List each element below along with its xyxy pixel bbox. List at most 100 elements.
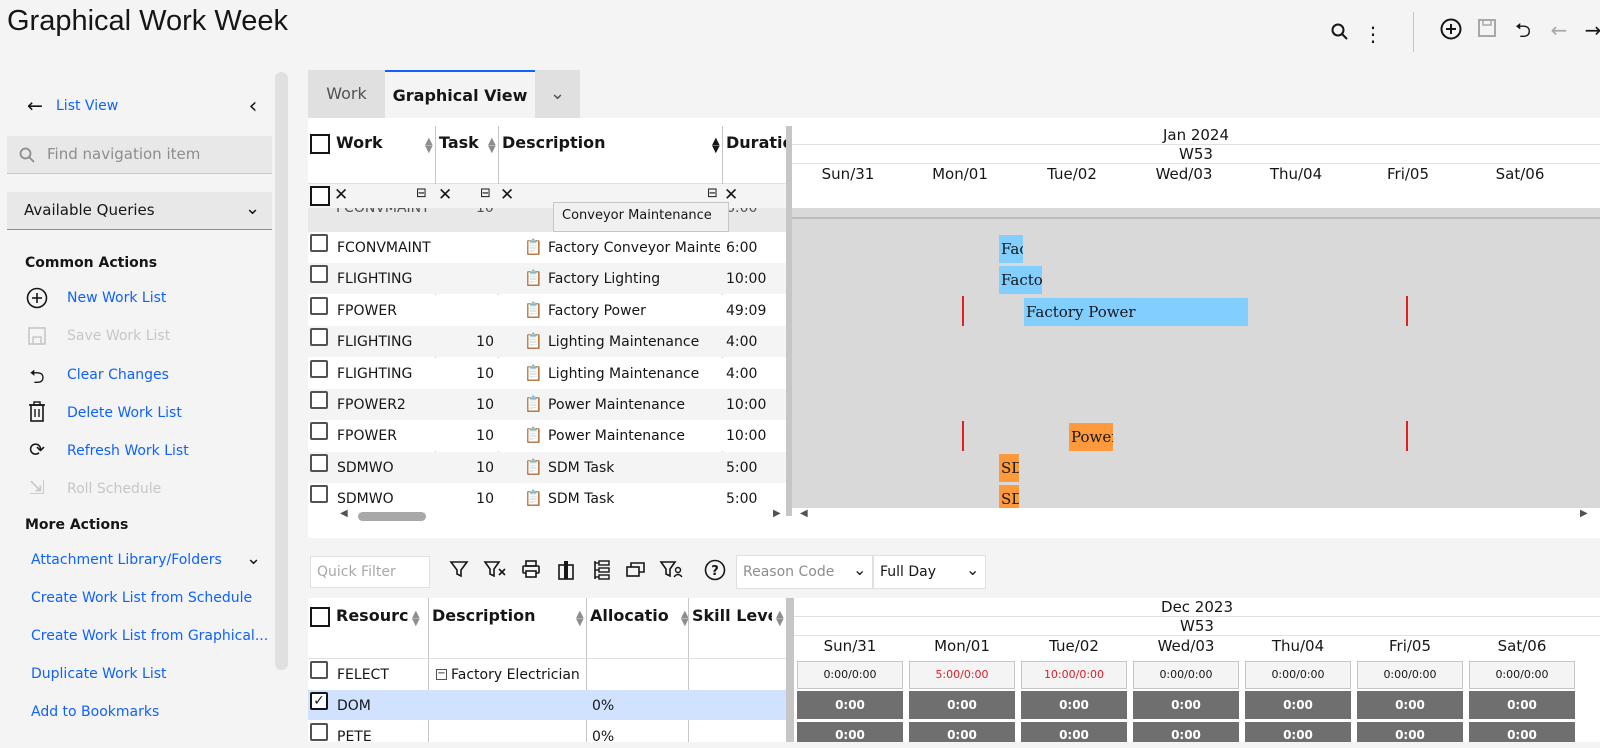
tab-graphical-view[interactable]: Graphical View — [385, 70, 535, 118]
clear-filter-icon[interactable]: ✕ — [334, 185, 348, 205]
capacity-cell[interactable]: 0:00 — [797, 691, 903, 719]
clipboard-icon[interactable]: 📋 — [524, 395, 540, 413]
table-row[interactable]: FLIGHTING 📋 Factory Lighting 10:00 — [308, 263, 786, 295]
column-header-resource[interactable]: Resourc — [336, 606, 410, 625]
capacity-cell[interactable]: 0:00 — [1245, 691, 1351, 719]
column-header-skill-level[interactable]: Skill Leve — [692, 606, 772, 625]
undo-icon[interactable]: ⮌ — [1510, 18, 1536, 42]
capacity-cell[interactable]: 0:00 — [1021, 722, 1127, 742]
clear-changes-action[interactable]: Clear Changes — [67, 367, 169, 383]
column-header-task[interactable]: Task — [439, 133, 489, 152]
row-checkbox[interactable] — [310, 422, 328, 441]
table-row[interactable]: SDMWO 10 📋 SDM Task 5:00 — [308, 451, 786, 483]
tab-work[interactable]: Work — [308, 70, 385, 118]
select-all-checkbox[interactable] — [310, 607, 330, 627]
navigation-search[interactable]: Find navigation item — [7, 136, 272, 174]
sort-icon[interactable]: ▲ ▼ — [576, 610, 584, 628]
capacity-cell[interactable]: 0:00 — [909, 691, 1015, 719]
filter-icon[interactable] — [444, 559, 474, 584]
table-row[interactable]: FPOWER 📋 Factory Power 49:09 — [308, 294, 786, 326]
save-work-list-action[interactable]: Save Work List — [67, 328, 170, 344]
quick-filter-input[interactable]: Quick Filter — [310, 556, 430, 588]
capacity-cell[interactable]: 0:00 — [1357, 722, 1463, 742]
clear-filter-icon[interactable]: ✕ — [500, 185, 514, 205]
capacity-cell[interactable]: 0:00 — [1133, 691, 1239, 719]
range-select[interactable]: Full Day ⌄ — [873, 555, 986, 589]
work-cell[interactable]: FPOWER — [337, 303, 433, 319]
crew-icon[interactable] — [551, 559, 581, 586]
save-icon[interactable] — [1474, 18, 1500, 43]
row-checkbox[interactable] — [310, 661, 328, 679]
capacity-cell[interactable]: 0:00 — [1245, 722, 1351, 742]
filter-menu-icon[interactable]: ⊟ — [480, 186, 491, 201]
sort-icon[interactable]: ▲ ▼ — [776, 610, 784, 628]
capacity-cell[interactable]: 0:00 — [797, 722, 903, 742]
row-checkbox-checked[interactable]: ✓ — [310, 692, 328, 710]
row-checkbox[interactable] — [310, 453, 328, 472]
hierarchy-icon[interactable] — [586, 559, 616, 586]
copy-icon[interactable] — [621, 559, 651, 584]
sort-icon[interactable]: ▲ ▼ — [712, 137, 720, 155]
capacity-cell[interactable]: 0:00 — [1469, 722, 1575, 742]
work-cell[interactable]: FPOWER2 — [337, 397, 433, 413]
capacity-cell[interactable]: 0:00 — [1133, 722, 1239, 742]
column-header-description[interactable]: Description — [432, 606, 572, 625]
column-header-description[interactable]: Description — [502, 133, 702, 152]
help-icon[interactable]: ? — [700, 559, 730, 586]
row-checkbox[interactable] — [310, 265, 328, 284]
refresh-work-list-action[interactable]: Refresh Work List — [67, 443, 189, 459]
gantt-hscroll[interactable]: ◀ ▶ — [792, 508, 1600, 524]
capacity-cell[interactable]: 0:00 — [1021, 691, 1127, 719]
clipboard-icon[interactable]: 📋 — [524, 489, 540, 507]
duplicate-work-list-action[interactable]: Duplicate Work List — [31, 666, 167, 682]
sort-icon[interactable]: ▲ ▼ — [412, 610, 420, 628]
add-icon[interactable] — [1438, 18, 1464, 45]
table-row[interactable]: FPOWER2 10 📋 Power Maintenance 10:00 — [308, 389, 786, 420]
row-checkbox[interactable] — [310, 391, 328, 409]
delete-work-list-action[interactable]: Delete Work List — [67, 405, 182, 421]
clipboard-icon[interactable]: 📋 — [524, 269, 540, 287]
work-cell[interactable]: FPOWER — [337, 428, 433, 444]
gantt-bar[interactable]: SD — [999, 454, 1019, 482]
clear-filter-icon[interactable] — [480, 559, 510, 584]
table-row[interactable]: FELECT − Factory Electrician — [308, 659, 786, 689]
work-cell[interactable]: SDMWO — [337, 491, 433, 507]
table-row[interactable]: FLIGHTING 10 📋 Lighting Maintenance 4:00 — [308, 357, 786, 389]
list-view-link[interactable]: List View — [56, 98, 118, 114]
clipboard-icon[interactable]: 📋 — [524, 301, 540, 319]
row-checkbox[interactable] — [310, 328, 328, 347]
gantt-bar[interactable]: Factory Power — [1024, 298, 1248, 326]
row-checkbox[interactable] — [310, 359, 328, 378]
table-row[interactable]: PETE 0% — [308, 721, 786, 742]
available-queries-dropdown[interactable]: Available Queries ⌄ — [7, 192, 272, 230]
gantt-bar[interactable]: SD — [999, 485, 1019, 508]
select-all-checkbox[interactable] — [310, 134, 330, 154]
clipboard-icon[interactable]: 📋 — [524, 238, 540, 256]
collapse-icon[interactable]: − — [436, 669, 447, 680]
overflow-menu-icon[interactable]: ⋮ — [1360, 22, 1386, 46]
row-checkbox[interactable] — [310, 485, 328, 504]
arrow-left-icon[interactable]: ← — [1546, 18, 1572, 42]
clipboard-icon[interactable]: 📋 — [524, 332, 540, 350]
row-checkbox[interactable] — [310, 234, 328, 252]
search-icon[interactable] — [1327, 22, 1353, 46]
work-cell[interactable]: FCONVMAINT — [337, 240, 433, 256]
roll-schedule-action[interactable]: Roll Schedule — [67, 481, 161, 497]
table-row[interactable]: FPOWER 10 📋 Power Maintenance 10:00 — [308, 420, 786, 452]
work-cell[interactable]: FLIGHTING — [337, 271, 433, 287]
work-cell[interactable]: SDMWO — [337, 460, 433, 476]
add-to-bookmarks-action[interactable]: Add to Bookmarks — [31, 704, 159, 720]
gantt-bar[interactable]: Power — [1069, 423, 1113, 451]
table-row-selected[interactable]: ✓ DOM 0% — [308, 690, 786, 720]
hscroll-thumb[interactable] — [358, 512, 426, 521]
arrow-left-icon[interactable]: ← — [22, 95, 48, 117]
print-icon[interactable] — [516, 559, 546, 584]
create-work-list-from-schedule-action[interactable]: Create Work List from Schedule — [31, 590, 252, 606]
column-header-allocation[interactable]: Allocatio — [590, 606, 680, 625]
new-work-list-action[interactable]: New Work List — [67, 290, 166, 306]
sort-icon[interactable]: ▲ ▼ — [425, 137, 433, 155]
column-header-duration[interactable]: Duratio — [726, 133, 788, 152]
clear-filter-icon[interactable]: ✕ — [438, 185, 452, 205]
gantt-bar[interactable]: Fac — [999, 235, 1023, 263]
filter-menu-icon[interactable]: ⊟ — [416, 186, 427, 201]
